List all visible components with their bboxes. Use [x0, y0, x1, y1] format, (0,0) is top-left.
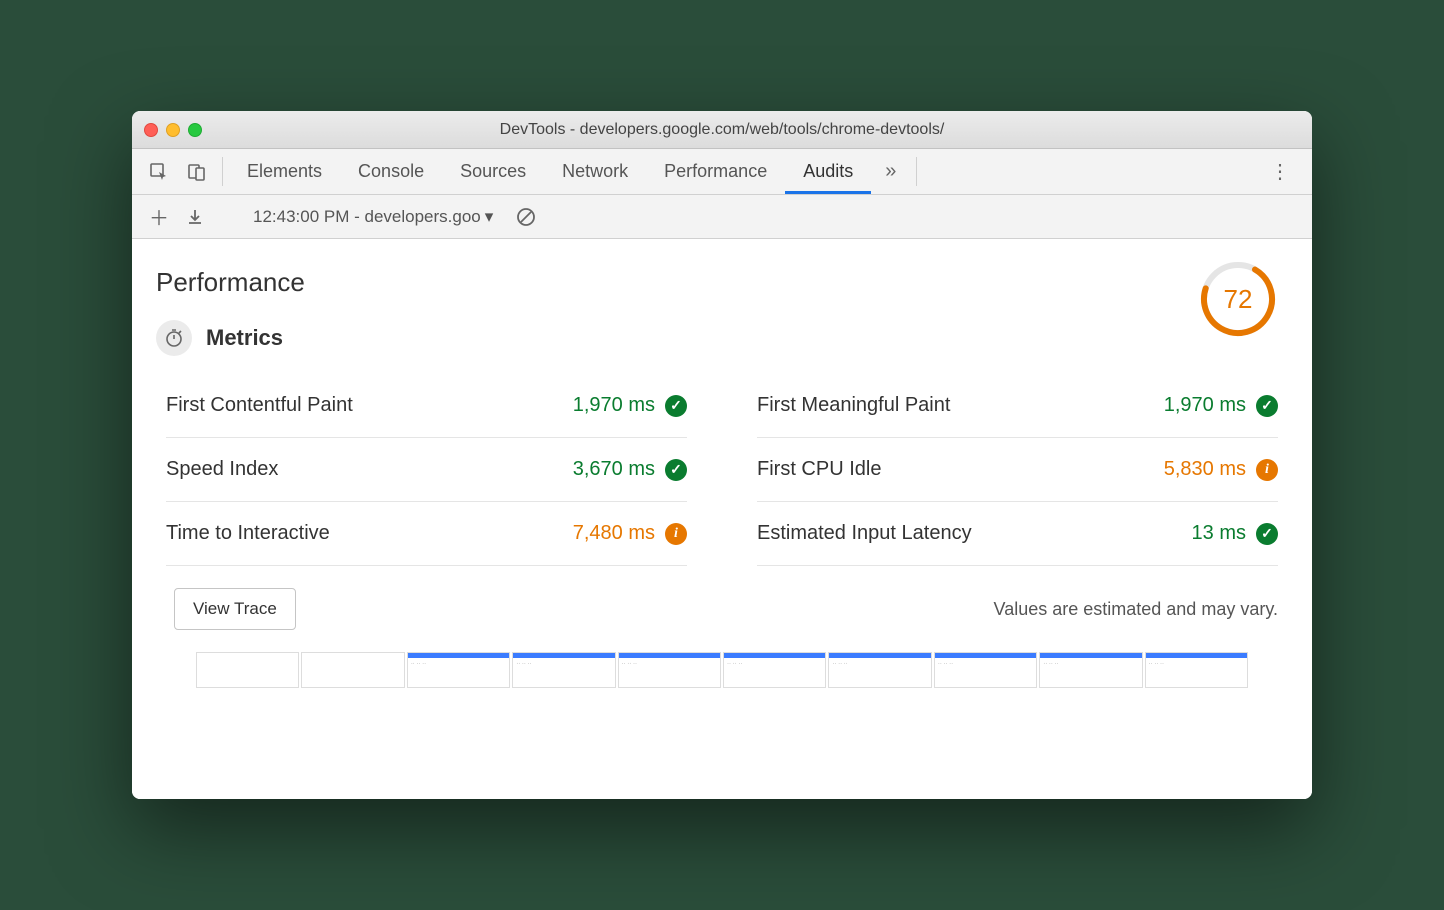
metric-row: Estimated Input Latency 13 ms ✓	[757, 502, 1278, 566]
filmstrip-frame[interactable]	[618, 652, 721, 688]
maximize-window-button[interactable]	[188, 123, 202, 137]
filmstrip-frame[interactable]	[1039, 652, 1142, 688]
tab-audits[interactable]: Audits	[785, 149, 871, 194]
tab-console[interactable]: Console	[340, 149, 442, 194]
metric-label: First CPU Idle	[757, 458, 881, 481]
close-window-button[interactable]	[144, 123, 158, 137]
metrics-footer: View Trace Values are estimated and may …	[156, 566, 1288, 652]
filmstrip-frame[interactable]	[301, 652, 404, 688]
check-icon: ✓	[665, 395, 687, 417]
minimize-window-button[interactable]	[166, 123, 180, 137]
filmstrip-frame[interactable]	[512, 652, 615, 688]
section-title: Performance	[156, 267, 1288, 298]
metric-row: First Contentful Paint 1,970 ms ✓	[166, 374, 687, 438]
settings-kebab-icon[interactable]: ⋮	[1256, 149, 1304, 194]
tab-sources[interactable]: Sources	[442, 149, 544, 194]
tab-elements[interactable]: Elements	[229, 149, 340, 194]
metric-value: 7,480 ms i	[573, 522, 687, 545]
window-titlebar: DevTools - developers.google.com/web/too…	[132, 111, 1312, 149]
info-icon: i	[665, 523, 687, 545]
audit-run-label: 12:43:00 PM - developers.goo	[253, 207, 481, 227]
metric-label: First Meaningful Paint	[757, 394, 950, 417]
traffic-lights	[144, 123, 202, 137]
metric-label: Time to Interactive	[166, 522, 330, 545]
filmstrip-frame[interactable]	[407, 652, 510, 688]
new-audit-button[interactable]: ＋	[144, 202, 174, 232]
devtools-tabbar: Elements Console Sources Network Perform…	[132, 149, 1312, 195]
divider	[916, 157, 917, 186]
filmstrip	[156, 652, 1288, 688]
more-tabs-button[interactable]: »	[871, 149, 910, 194]
metric-row: First CPU Idle 5,830 ms i	[757, 438, 1278, 502]
filmstrip-frame[interactable]	[723, 652, 826, 688]
device-toggle-icon[interactable]	[178, 149, 216, 194]
check-icon: ✓	[1256, 395, 1278, 417]
view-trace-button[interactable]: View Trace	[174, 588, 296, 630]
dropdown-chevron-icon: ▾	[485, 207, 494, 227]
metric-label: Estimated Input Latency	[757, 522, 972, 545]
filmstrip-frame[interactable]	[934, 652, 1037, 688]
metric-value: 13 ms ✓	[1192, 522, 1278, 545]
devtools-window: DevTools - developers.google.com/web/too…	[132, 111, 1312, 799]
inspect-element-icon[interactable]	[140, 149, 178, 194]
metric-row: Speed Index 3,670 ms ✓	[166, 438, 687, 502]
metric-label: First Contentful Paint	[166, 394, 353, 417]
audit-report: Performance 72 Metrics First Contentful …	[132, 239, 1312, 799]
tab-network[interactable]: Network	[544, 149, 646, 194]
metric-label: Speed Index	[166, 458, 278, 481]
metrics-heading: Metrics	[206, 325, 283, 351]
performance-score-gauge: 72	[1198, 259, 1278, 339]
window-title: DevTools - developers.google.com/web/too…	[132, 121, 1312, 139]
filmstrip-frame[interactable]	[828, 652, 931, 688]
check-icon: ✓	[665, 459, 687, 481]
footer-note: Values are estimated and may vary.	[994, 599, 1278, 620]
metrics-grid: First Contentful Paint 1,970 ms ✓ First …	[156, 374, 1288, 566]
info-icon: i	[1256, 459, 1278, 481]
metric-value: 1,970 ms ✓	[1164, 394, 1278, 417]
metric-value: 1,970 ms ✓	[573, 394, 687, 417]
stopwatch-icon	[156, 320, 192, 356]
performance-score-value: 72	[1198, 259, 1278, 339]
metric-row: Time to Interactive 7,480 ms i	[166, 502, 687, 566]
filmstrip-frame[interactable]	[196, 652, 299, 688]
audit-run-selector[interactable]: 12:43:00 PM - developers.goo ▾	[245, 203, 501, 231]
clear-audit-button[interactable]	[511, 202, 541, 232]
tab-performance[interactable]: Performance	[646, 149, 785, 194]
filmstrip-frame[interactable]	[1145, 652, 1248, 688]
metric-value: 5,830 ms i	[1164, 458, 1278, 481]
metric-value: 3,670 ms ✓	[573, 458, 687, 481]
check-icon: ✓	[1256, 523, 1278, 545]
download-report-button[interactable]	[180, 202, 210, 232]
metrics-header: Metrics	[156, 320, 1288, 356]
audits-toolbar: ＋ 12:43:00 PM - developers.goo ▾	[132, 195, 1312, 239]
divider	[222, 157, 223, 186]
metric-row: First Meaningful Paint 1,970 ms ✓	[757, 374, 1278, 438]
